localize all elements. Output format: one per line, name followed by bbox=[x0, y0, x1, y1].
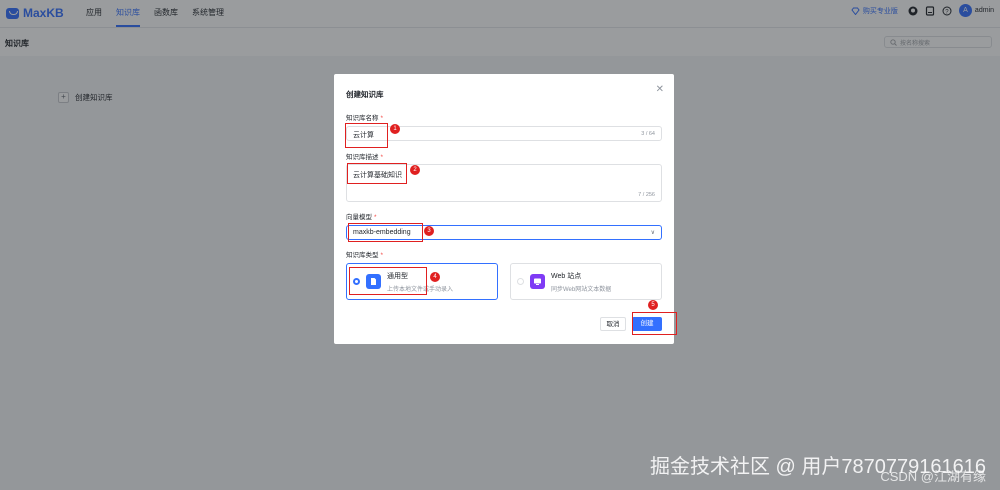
close-icon[interactable]: ✕ bbox=[656, 84, 664, 95]
chevron-down-icon: ∨ bbox=[650, 230, 655, 236]
type-label-text: 知识库类型 bbox=[346, 252, 379, 259]
dialog-title: 创建知识库 bbox=[346, 90, 384, 99]
watermark-csdn: CSDN @江湖有缘 bbox=[880, 469, 986, 484]
annotation-badge-1: 1 bbox=[390, 124, 400, 134]
annotation-box-4 bbox=[349, 267, 427, 295]
annotation-badge-4: 4 bbox=[430, 272, 440, 282]
type-web-name: Web 站点 bbox=[551, 273, 582, 280]
desc-label-text: 知识库描述 bbox=[346, 154, 379, 161]
model-label: 向量模型 * bbox=[346, 211, 377, 221]
required-mark: * bbox=[374, 214, 377, 221]
name-label: 知识库名称 * bbox=[346, 112, 383, 122]
web-icon bbox=[530, 274, 545, 289]
radio-web[interactable] bbox=[517, 278, 524, 285]
required-mark: * bbox=[380, 252, 384, 259]
required-mark: * bbox=[380, 115, 384, 122]
annotation-box-5 bbox=[632, 312, 677, 335]
annotation-badge-5: 5 bbox=[648, 300, 658, 310]
desc-count: 7 / 256 bbox=[638, 192, 655, 198]
required-mark: * bbox=[380, 154, 384, 161]
name-label-text: 知识库名称 bbox=[346, 115, 379, 122]
create-knowledge-dialog: 创建知识库 ✕ 知识库名称 * 云计算 3 / 64 知识库描述 * 云计算基础知识… bbox=[334, 74, 674, 344]
type-label: 知识库类型 * bbox=[346, 249, 383, 259]
type-option-web[interactable]: Web 站点 同步Web网站文本数据 bbox=[510, 263, 662, 300]
type-web-desc: 同步Web网站文本数据 bbox=[551, 287, 612, 293]
cancel-button[interactable]: 取消 bbox=[600, 317, 626, 331]
annotation-box-3 bbox=[348, 223, 423, 242]
annotation-badge-2: 2 bbox=[410, 165, 420, 175]
model-label-text: 向量模型 bbox=[346, 214, 372, 221]
name-count: 3 / 64 bbox=[641, 131, 655, 137]
desc-label: 知识库描述 * bbox=[346, 151, 383, 161]
annotation-box-2 bbox=[347, 163, 407, 184]
annotation-box-1 bbox=[345, 123, 388, 148]
annotation-badge-3: 3 bbox=[424, 226, 434, 236]
